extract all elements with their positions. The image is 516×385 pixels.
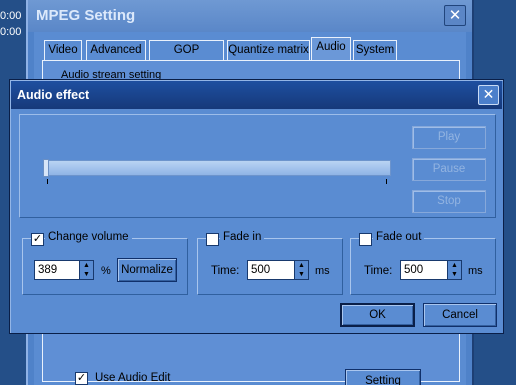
fade-out-time-value: 500 (404, 264, 424, 276)
tab-video[interactable]: Video (44, 40, 82, 60)
tab-audio[interactable]: Audio (311, 37, 351, 61)
audio-effect-close-icon[interactable]: ✕ (478, 85, 499, 105)
clock-fragment-2: 0:00 (0, 26, 22, 38)
volume-unit: % (101, 265, 111, 277)
fade-out-time-input[interactable]: 500 ▲ ▼ (400, 260, 462, 280)
mpeg-window-title: MPEG Setting (36, 7, 136, 24)
audio-effect-dialog: Audio effect ✕ Play Pause Stop ✓ Change … (9, 79, 504, 334)
volume-spin-input[interactable]: 389 ▲ ▼ (34, 260, 94, 280)
ok-button[interactable]: OK (340, 303, 415, 327)
setting-button[interactable]: Setting (345, 369, 421, 385)
fade-out-label: Fade out (373, 231, 425, 243)
fade-in-up-icon[interactable]: ▲ (295, 261, 308, 270)
audio-effect-title: Audio effect (17, 88, 90, 102)
audio-effect-titlebar: Audio effect ✕ (11, 81, 502, 109)
fade-in-time-input[interactable]: 500 ▲ ▼ (247, 260, 309, 280)
tab-gop-structure[interactable]: GOP structure (149, 40, 224, 74)
play-button[interactable]: Play (412, 126, 486, 149)
slider-end-tick (386, 179, 387, 184)
tab-quantize-matrix[interactable]: Quantize matrix (227, 40, 310, 60)
slider-start-tick (47, 179, 48, 184)
fade-in-checkbox[interactable] (206, 233, 219, 246)
change-volume-checkbox[interactable]: ✓ (31, 233, 44, 246)
fade-out-spin-buttons: ▲ ▼ (447, 261, 461, 279)
position-slider-track[interactable] (44, 160, 391, 176)
use-audio-edit-label: Use Audio Edit (95, 372, 171, 384)
tab-advanced[interactable]: Advanced (86, 40, 146, 60)
clock-fragment-1: 0:00 (0, 10, 22, 22)
position-slider-thumb[interactable] (43, 159, 49, 177)
pause-button[interactable]: Pause (412, 158, 486, 181)
fade-out-time-label: Time: (364, 265, 393, 277)
fade-out-checkbox[interactable] (359, 233, 372, 246)
tab-system[interactable]: System (353, 40, 397, 60)
fade-in-unit: ms (315, 265, 330, 277)
cancel-button[interactable]: Cancel (423, 303, 497, 327)
mpeg-close-icon[interactable]: ✕ (444, 5, 466, 26)
volume-down-icon[interactable]: ▼ (80, 270, 93, 279)
fade-in-label: Fade in (220, 231, 265, 243)
volume-value: 389 (38, 264, 58, 276)
volume-spin-buttons: ▲ ▼ (79, 261, 93, 279)
fade-in-time-label: Time: (211, 265, 240, 277)
fade-out-up-icon[interactable]: ▲ (448, 261, 461, 270)
fade-in-down-icon[interactable]: ▼ (295, 270, 308, 279)
normalize-button[interactable]: Normalize (117, 258, 177, 282)
fade-in-spin-buttons: ▲ ▼ (294, 261, 308, 279)
fade-out-down-icon[interactable]: ▼ (448, 270, 461, 279)
stop-button[interactable]: Stop (412, 190, 486, 213)
mpeg-titlebar: MPEG Setting ✕ (28, 0, 472, 32)
fade-in-time-value: 500 (251, 264, 271, 276)
change-volume-label: Change volume (45, 231, 132, 243)
use-audio-edit-checkbox[interactable]: ✓ (75, 372, 88, 385)
fade-out-unit: ms (468, 265, 483, 277)
volume-up-icon[interactable]: ▲ (80, 261, 93, 270)
